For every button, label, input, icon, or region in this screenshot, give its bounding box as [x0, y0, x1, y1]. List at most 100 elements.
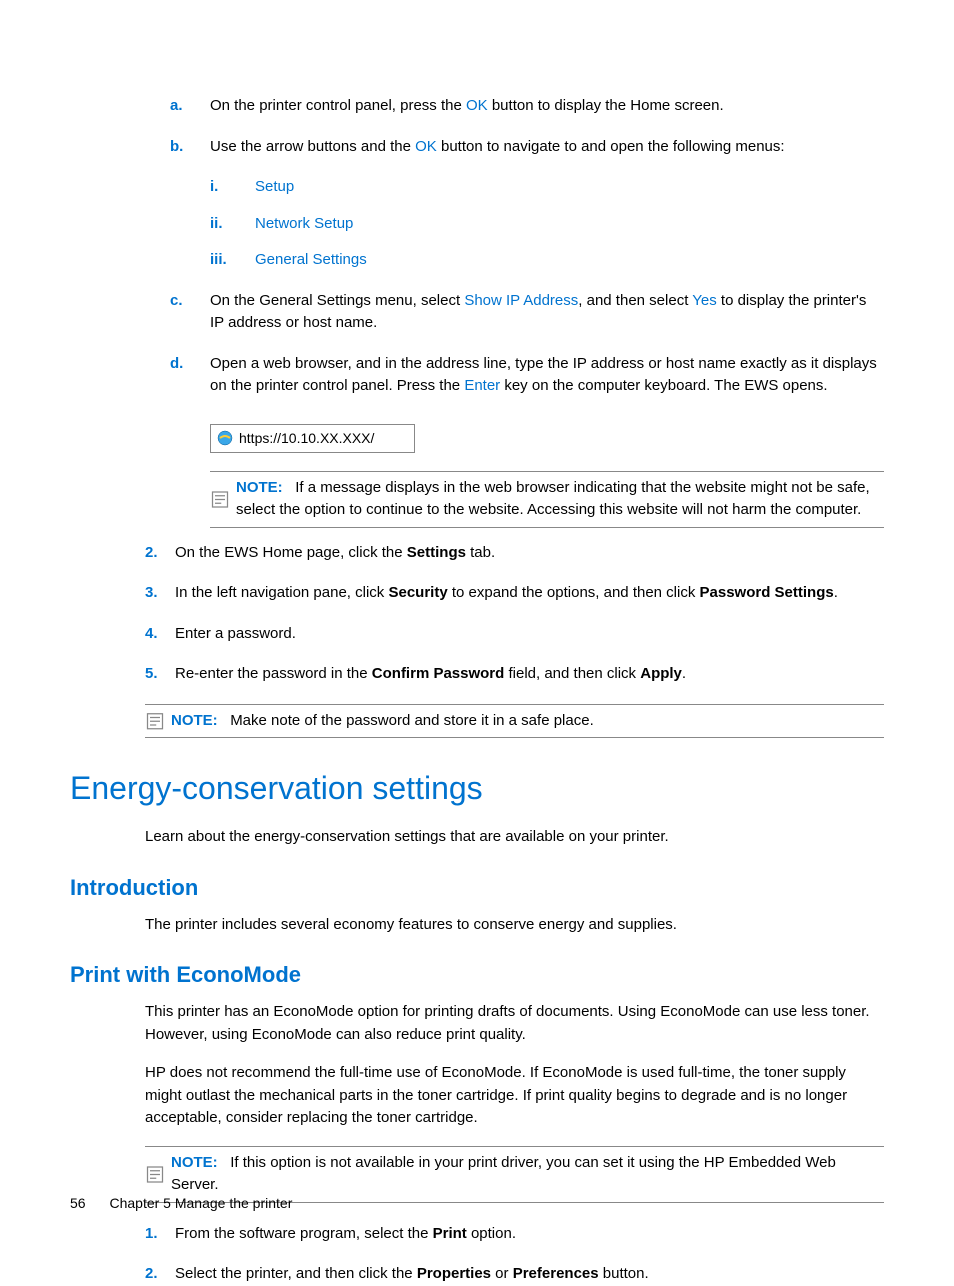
para: Learn about the energy-conservation sett…: [145, 826, 884, 849]
list-item: 2. Select the printer, and then click th…: [145, 1263, 884, 1286]
chapter-label: Chapter 5 Manage the printer: [109, 1195, 292, 1211]
b: Password Settings: [700, 584, 834, 601]
note-text: If a message displays in the web browser…: [236, 479, 870, 519]
b: Security: [388, 584, 447, 601]
ie-icon: [217, 430, 233, 446]
note-icon: [145, 1152, 165, 1197]
marker-5: 5.: [145, 663, 175, 686]
link-ok: OK: [415, 138, 437, 155]
t: .: [834, 584, 838, 601]
marker-4: 4.: [145, 623, 175, 646]
b: Settings: [407, 544, 466, 561]
note-label: NOTE:: [236, 479, 283, 496]
marker-b: b.: [170, 136, 210, 159]
t: option.: [467, 1225, 516, 1242]
text: Enter a password.: [175, 623, 296, 646]
t: On the General Settings menu, select: [210, 292, 464, 309]
footer: 56 Chapter 5 Manage the printer: [70, 1193, 292, 1214]
heading-energy: Energy-conservation settings: [70, 764, 884, 812]
marker-ii: ii.: [210, 213, 255, 236]
num-list: 1. From the software program, select the…: [145, 1223, 884, 1286]
marker-iii: iii.: [210, 249, 255, 272]
text: On the EWS Home page, click the Settings…: [175, 542, 495, 565]
list-item: d. Open a web browser, and in the addres…: [170, 353, 884, 398]
marker-3: 3.: [145, 582, 175, 605]
link-yes: Yes: [692, 292, 716, 309]
note-label: NOTE:: [171, 712, 218, 729]
note-label: NOTE:: [171, 1154, 218, 1171]
list-item: ii. Network Setup: [210, 213, 884, 236]
t: button to display the Home screen.: [488, 97, 724, 114]
t: , and then select: [578, 292, 692, 309]
b: Properties: [417, 1265, 491, 1282]
text: On the General Settings menu, select Sho…: [210, 290, 884, 335]
link-ok: OK: [466, 97, 488, 114]
link-setup: Setup: [255, 176, 294, 199]
t: On the EWS Home page, click the: [175, 544, 407, 561]
list-item: i. Setup: [210, 176, 884, 199]
text: In the left navigation pane, click Secur…: [175, 582, 838, 605]
note-text: Make note of the password and store it i…: [230, 712, 594, 729]
url-box: https://10.10.XX.XXX/: [210, 424, 415, 453]
t: tab.: [466, 544, 495, 561]
note-icon: [145, 710, 165, 733]
note-text: If this option is not available in your …: [171, 1154, 836, 1194]
text: Select the printer, and then click the P…: [175, 1263, 649, 1286]
t: field, and then click: [504, 665, 640, 682]
text: Use the arrow buttons and the OK button …: [210, 136, 884, 159]
t: to expand the options, and then click: [448, 584, 700, 601]
link-network-setup: Network Setup: [255, 213, 353, 236]
list-item: b. Use the arrow buttons and the OK butt…: [170, 136, 884, 159]
text: On the printer control panel, press the …: [210, 95, 884, 118]
link-general-settings: General Settings: [255, 249, 367, 272]
step-a: a. On the printer control panel, press t…: [170, 95, 884, 158]
t: From the software program, select the: [175, 1225, 433, 1242]
list-item: 3. In the left navigation pane, click Se…: [145, 582, 884, 605]
num-list: 2. On the EWS Home page, click the Setti…: [145, 542, 884, 686]
list-item: 4. Enter a password.: [145, 623, 884, 646]
list-item: iii. General Settings: [210, 249, 884, 272]
para: This printer has an EconoMode option for…: [145, 1001, 884, 1046]
note-box: NOTE: If a message displays in the web b…: [210, 471, 884, 528]
t: In the left navigation pane, click: [175, 584, 388, 601]
t: Use the arrow buttons and the: [210, 138, 415, 155]
url-text: https://10.10.XX.XXX/: [239, 428, 374, 449]
list-item: a. On the printer control panel, press t…: [170, 95, 884, 118]
step-c: c. On the General Settings menu, select …: [170, 290, 884, 398]
text: Re-enter the password in the Confirm Pas…: [175, 663, 686, 686]
page-number: 56: [70, 1195, 86, 1211]
text: Open a web browser, and in the address l…: [210, 353, 884, 398]
marker-d: d.: [170, 353, 210, 398]
marker-i: i.: [210, 176, 255, 199]
marker-c: c.: [170, 290, 210, 335]
t: On the printer control panel, press the: [210, 97, 466, 114]
b: Preferences: [513, 1265, 599, 1282]
t: Re-enter the password in the: [175, 665, 372, 682]
t: button.: [599, 1265, 649, 1282]
marker-2: 2.: [145, 1263, 175, 1286]
t: Select the printer, and then click the: [175, 1265, 417, 1282]
heading-economode: Print with EconoMode: [70, 958, 884, 991]
note-box: NOTE: Make note of the password and stor…: [145, 704, 884, 739]
list-item: 1. From the software program, select the…: [145, 1223, 884, 1246]
roman-list: i. Setup ii. Network Setup iii. General …: [210, 176, 884, 272]
t: .: [682, 665, 686, 682]
b: Confirm Password: [372, 665, 505, 682]
marker-2: 2.: [145, 542, 175, 565]
marker-a: a.: [170, 95, 210, 118]
t: or: [491, 1265, 513, 1282]
list-item: 5. Re-enter the password in the Confirm …: [145, 663, 884, 686]
b: Apply: [640, 665, 682, 682]
marker-1: 1.: [145, 1223, 175, 1246]
note-icon: [210, 477, 230, 522]
link-show-ip: Show IP Address: [464, 292, 578, 309]
heading-intro: Introduction: [70, 871, 884, 904]
para: The printer includes several economy fea…: [145, 914, 884, 937]
b: Print: [433, 1225, 467, 1242]
t: button to navigate to and open the follo…: [437, 138, 785, 155]
t: key on the computer keyboard. The EWS op…: [500, 377, 827, 394]
list-item: 2. On the EWS Home page, click the Setti…: [145, 542, 884, 565]
link-enter: Enter: [464, 377, 500, 394]
note-content: NOTE: If a message displays in the web b…: [236, 477, 884, 522]
note-content: NOTE: If this option is not available in…: [171, 1152, 884, 1197]
